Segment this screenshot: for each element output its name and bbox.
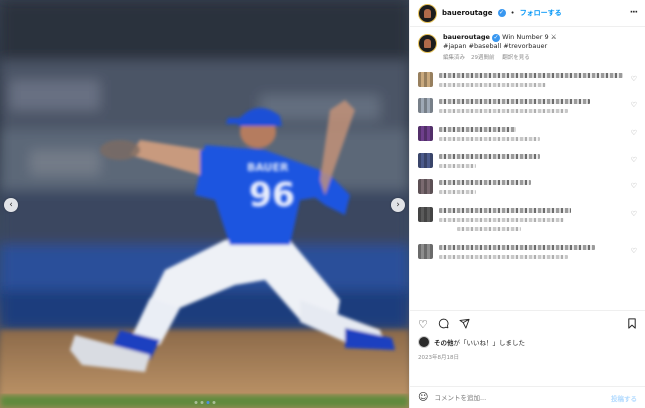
others-link[interactable]: その他 [434,339,454,347]
author-avatar[interactable] [418,3,437,23]
likes-text: が「いいね！」しました [453,339,526,347]
comments-section: baueroutage ✓ Win Number 9 ⚔ #japan #bas… [410,27,645,310]
post-comment-button[interactable]: 投稿する [611,393,637,403]
translate-link[interactable]: 翻訳を見る [502,55,530,61]
liker-avatar[interactable] [418,336,430,348]
pixelated-comment-text [439,99,590,104]
chevron-left-icon: ‹ [9,200,13,210]
comment-item: ♡ [418,125,637,141]
verified-badge-icon: ✓ [497,9,506,17]
pixelated-comment-text [439,245,596,250]
heart-icon[interactable]: ♡ [631,101,637,109]
pixelated-comment-text [439,180,531,185]
pixelated-comment-text [457,227,522,231]
pixelated-comment-text [439,218,565,222]
bookmark-icon[interactable] [627,317,637,331]
heart-icon[interactable]: ♡ [631,129,637,137]
pixelated-comment-text [439,127,517,132]
next-photo-button[interactable]: › [391,198,405,212]
commenter-avatar[interactable] [418,244,433,259]
post-date[interactable]: 2023年8月18日 [418,353,637,361]
carousel-dot [200,401,203,404]
previous-photo-button[interactable]: ‹ [4,198,18,212]
carousel-dot [212,401,215,404]
pixelated-comment-text [439,73,623,78]
pixelated-comment-text [439,137,541,141]
post-details-panel: baueroutage ✓ • フォローする ··· baueroutage ✓… [409,0,645,408]
commenter-avatar[interactable] [418,179,433,194]
heart-icon[interactable]: ♡ [418,319,428,330]
comment-item: ♡ [418,206,637,231]
caption-username[interactable]: baueroutage [443,33,490,41]
comment-icon[interactable] [438,318,449,331]
ellipsis-icon[interactable]: ··· [630,8,638,18]
caption-text: Win Number 9 ⚔ [502,33,557,41]
post-caption: baueroutage ✓ Win Number 9 ⚔ #japan #bas… [418,33,637,61]
pixelated-comment-text [439,255,568,259]
commenter-avatar[interactable] [418,153,433,168]
pixelated-comment-text [439,190,476,194]
commenter-avatar[interactable] [418,98,433,113]
heart-icon[interactable]: ♡ [631,247,637,255]
post-header: baueroutage ✓ • フォローする ··· [410,0,645,27]
pixelated-comment-text [439,154,541,159]
comment-item: ♡ [418,243,637,259]
comment-item: ♡ [418,178,637,194]
emoji-icon[interactable]: ☺ [418,392,428,403]
comment-list: ♡ ♡ ♡ ♡ ♡ ♡ ♡ [418,71,637,259]
pitcher-photo-illustration: BAUER 96 [0,0,409,408]
heart-icon[interactable]: ♡ [631,182,637,190]
commenter-avatar[interactable] [418,207,433,222]
edited-label: 編集済み [443,55,466,61]
separator-dot: • [510,9,515,17]
pixelated-comment-text [439,164,476,168]
post-actions: ♡ その他が「いいね！」しました 2023年8月18日 [410,310,645,386]
comment-item: ♡ [418,152,637,168]
carousel-indicator [194,401,215,404]
pixelated-comment-text [439,208,572,213]
caption-age[interactable]: 29週間前 [471,55,495,61]
follow-button[interactable]: フォローする [520,8,562,18]
action-bar: ♡ [418,317,637,331]
chevron-right-icon: › [396,200,400,210]
instagram-post-viewer: BAUER 96 ‹ › baueroutage ✓ • フォローする ··· [0,0,645,408]
commenter-avatar[interactable] [418,126,433,141]
verified-badge-icon: ✓ [492,34,501,42]
comment-item: ♡ [418,71,637,87]
comment-item: ♡ [418,97,637,113]
commenter-avatar[interactable] [418,72,433,87]
post-photo[interactable]: BAUER 96 ‹ › [0,0,409,408]
likes-summary: その他が「いいね！」しました [418,336,637,348]
comment-input[interactable] [434,393,605,402]
pixelated-comment-text [439,83,546,87]
caption-avatar[interactable] [418,34,437,53]
jersey-number: 96 [249,175,295,214]
jersey-name: BAUER [247,161,289,174]
heart-icon[interactable]: ♡ [631,210,637,218]
heart-icon[interactable]: ♡ [631,75,637,83]
caption-hashtags[interactable]: #japan #baseball #trevorbauer [443,42,557,51]
pixelated-comment-text [439,109,568,113]
author-username[interactable]: baueroutage [442,9,493,17]
share-icon[interactable] [459,318,470,331]
heart-icon[interactable]: ♡ [631,156,637,164]
add-comment-bar: ☺ 投稿する [410,386,645,408]
caption-meta: 編集済み 29週間前 翻訳を見る [443,53,557,61]
carousel-dot [206,401,209,404]
carousel-dot [194,401,197,404]
